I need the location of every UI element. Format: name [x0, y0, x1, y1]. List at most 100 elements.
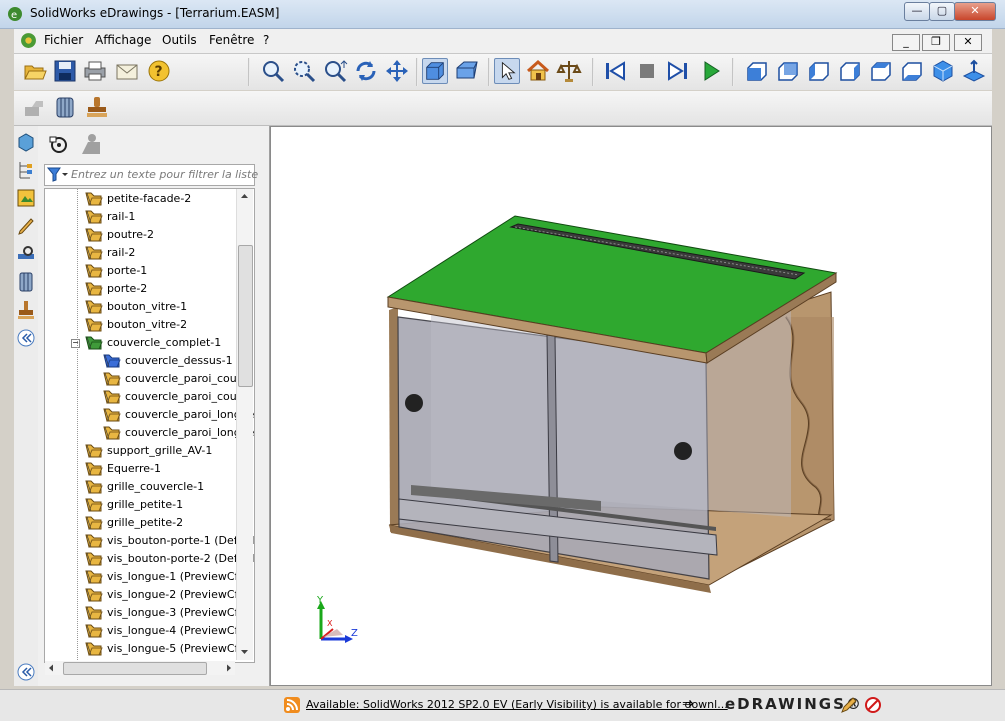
save-icon[interactable] — [52, 58, 78, 84]
measure-tab-icon[interactable] — [16, 242, 36, 266]
tree-item-label: vis_longue-5 (PreviewCfg) — [107, 642, 250, 655]
maximize-button[interactable]: ▢ — [929, 2, 955, 21]
minimize-button[interactable]: — — [904, 2, 930, 21]
collapse-panel-icon-bottom[interactable] — [16, 660, 36, 684]
measure-icon[interactable] — [556, 58, 582, 84]
edrawings-app-icon: e — [8, 7, 22, 21]
rotate-icon[interactable] — [353, 58, 379, 84]
toolbar-separator — [248, 58, 250, 86]
toolbar-separator — [416, 58, 418, 86]
tree-item-label: bouton_vitre-2 — [107, 318, 188, 331]
select-icon[interactable] — [494, 58, 520, 84]
view-right-icon[interactable] — [837, 58, 863, 84]
selected-part-icon — [103, 354, 121, 368]
mdi-restore-button[interactable]: ❐ — [922, 34, 950, 51]
zoom-in-out-icon[interactable] — [322, 58, 348, 84]
configurations-tab-icon[interactable] — [16, 158, 36, 182]
part-icon — [85, 246, 103, 260]
axis-y-label: Y — [317, 595, 324, 606]
view-bottom-icon[interactable] — [899, 58, 925, 84]
components-tab-icon[interactable] — [16, 130, 36, 154]
hscroll-thumb[interactable] — [63, 662, 207, 675]
menu-bar: Fichier Affichage Outils Fenêtre ? _ ❐ ✕ — [14, 29, 992, 54]
status-bar: Available: SolidWorks 2012 SP2.0 EV (Ear… — [0, 689, 1005, 721]
first-frame-icon[interactable] — [602, 58, 628, 84]
print-icon[interactable] — [82, 58, 108, 84]
shaded-icon[interactable] — [422, 58, 448, 84]
tree-item-label: petite-facade-2 — [107, 192, 192, 205]
markup-tab-icon[interactable] — [16, 214, 36, 238]
part-icon — [85, 570, 103, 584]
section-tab-icon[interactable] — [16, 270, 36, 294]
zoom-area-icon[interactable] — [291, 58, 317, 84]
window-title: SolidWorks eDrawings - [Terrarium.EASM] — [30, 6, 280, 20]
terrarium-model[interactable] — [271, 127, 991, 685]
home-icon[interactable] — [525, 58, 551, 84]
filter-input[interactable]: Entrez un texte pour filtrer la liste — [44, 164, 258, 186]
view-left-icon[interactable] — [806, 58, 832, 84]
sheets-tab-icon[interactable] — [16, 186, 36, 210]
part-icon — [103, 426, 121, 440]
pencil-icon[interactable] — [840, 696, 858, 714]
tree-collapse-toggle[interactable]: − — [71, 339, 80, 348]
send-mail-icon[interactable] — [114, 58, 140, 84]
scroll-left-icon[interactable] — [45, 661, 57, 675]
update-notification-link[interactable]: Available: SolidWorks 2012 SP2.0 EV (Ear… — [306, 698, 728, 711]
menu-outils[interactable]: Outils — [162, 33, 197, 47]
pan-icon[interactable] — [384, 58, 410, 84]
3d-viewport[interactable]: Y Z X — [270, 126, 992, 686]
zoom-fit-icon[interactable] — [260, 58, 286, 84]
tree-item-label: grille_petite-2 — [107, 516, 184, 529]
view-back-icon[interactable] — [775, 58, 801, 84]
mdi-close-button[interactable]: ✕ — [954, 34, 982, 51]
part-icon — [85, 318, 103, 332]
tree-item-label: support_grille_AV-1 — [107, 444, 213, 457]
menu-affichage[interactable]: Affichage — [95, 33, 151, 47]
scroll-thumb[interactable] — [238, 245, 253, 387]
perspective-icon[interactable] — [454, 58, 480, 84]
tree-item-label: porte-2 — [107, 282, 148, 295]
close-button[interactable]: ✕ — [954, 2, 996, 21]
menu-help[interactable]: ? — [263, 33, 269, 47]
markup-icon[interactable] — [22, 94, 48, 120]
no-markup-icon[interactable] — [864, 696, 882, 714]
view-front-icon[interactable] — [744, 58, 770, 84]
play-icon[interactable] — [698, 58, 724, 84]
collapse-panel-icon[interactable] — [16, 326, 36, 350]
svg-text:e: e — [11, 10, 17, 21]
stamp-tab-icon[interactable] — [16, 298, 36, 322]
tree-horizontal-scrollbar[interactable] — [45, 661, 235, 675]
tree-connector — [77, 189, 78, 662]
part-icon — [85, 462, 103, 476]
scroll-up-icon[interactable] — [237, 189, 252, 203]
explode-icon[interactable] — [46, 132, 72, 156]
part-icon — [85, 588, 103, 602]
stamp-icon[interactable] — [84, 94, 110, 120]
document-icon[interactable] — [20, 32, 37, 49]
scroll-down-icon[interactable] — [237, 645, 252, 659]
part-icon — [85, 498, 103, 512]
part-icon — [85, 228, 103, 242]
part-icon — [103, 390, 121, 404]
menu-fenetre[interactable]: Fenêtre — [209, 33, 254, 47]
stop-icon[interactable] — [634, 58, 660, 84]
menu-fichier[interactable]: Fichier — [44, 33, 83, 47]
tree-vertical-scrollbar[interactable] — [236, 189, 253, 660]
show-hide-component-icon[interactable] — [78, 132, 104, 156]
view-normal-icon[interactable] — [961, 58, 987, 84]
tree-item-label: couvercle_complet-1 — [107, 336, 222, 349]
tree-item-label: grille_couvercle-1 — [107, 480, 205, 493]
help-icon[interactable]: ? — [146, 58, 172, 84]
scroll-right-icon[interactable] — [223, 661, 235, 675]
next-frame-icon[interactable] — [665, 58, 691, 84]
rss-update-icon[interactable] — [284, 697, 300, 713]
part-icon — [85, 192, 103, 206]
open-icon[interactable] — [22, 58, 48, 84]
tree-item-label: porte-1 — [107, 264, 148, 277]
filter-icon[interactable] — [47, 167, 69, 182]
part-icon — [85, 300, 103, 314]
view-iso-icon[interactable] — [930, 58, 956, 84]
mdi-minimize-button[interactable]: _ — [892, 34, 920, 51]
section-icon[interactable] — [52, 94, 78, 120]
view-top-icon[interactable] — [868, 58, 894, 84]
